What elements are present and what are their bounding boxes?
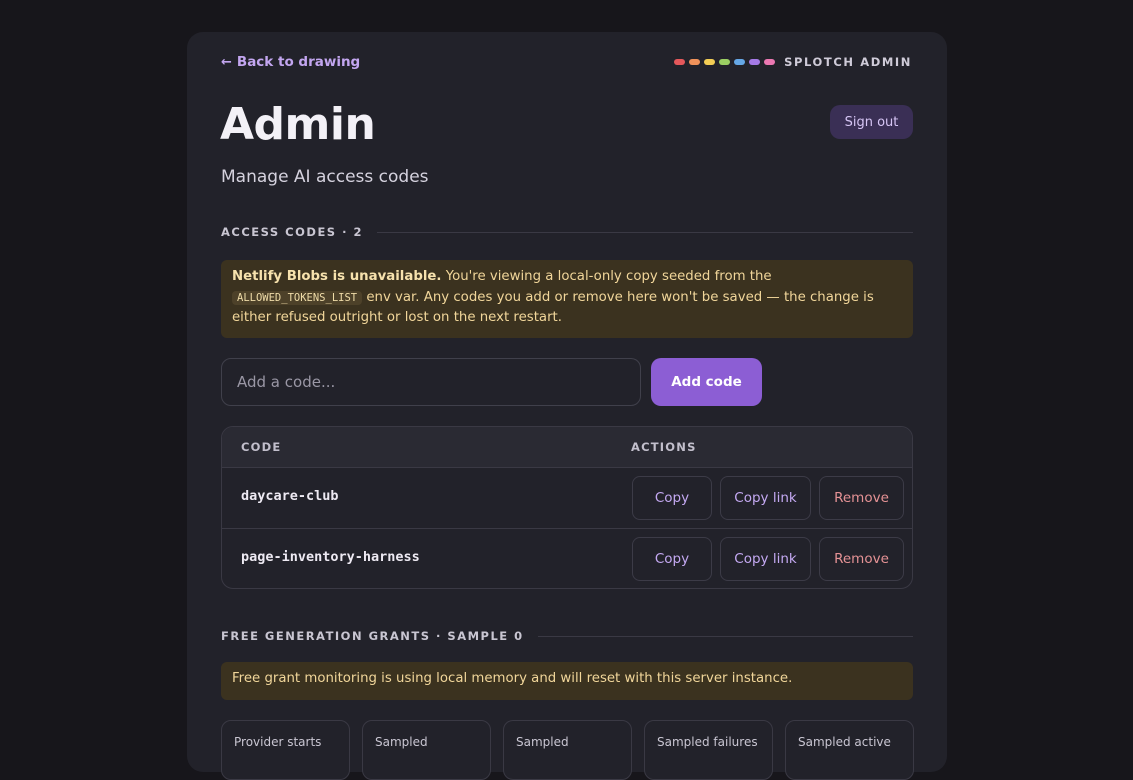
env-var-code: ALLOWED_TOKENS_LIST — [232, 290, 363, 305]
table-header: CODE ACTIONS — [222, 427, 912, 468]
brand-name: SPLOTCH ADMIN — [784, 55, 912, 69]
remove-button[interactable]: Remove — [819, 476, 904, 520]
stat-card-label: Sampled failures — [657, 735, 758, 749]
admin-panel: ← Back to drawing SPLOTCH ADMIN Admin Si… — [187, 32, 947, 780]
stat-card-sampled: Sampled — [503, 720, 632, 780]
brand-dot — [749, 59, 761, 65]
arrow-left-icon: ← — [221, 54, 232, 70]
copy-button[interactable]: Copy — [632, 537, 712, 581]
back-to-drawing-link[interactable]: ← Back to drawing — [221, 54, 360, 70]
stat-card-label: Sampled — [516, 735, 569, 749]
notice-text: Free grant monitoring is using local mem… — [232, 671, 793, 686]
table-row: page-inventory-harness Copy Copy link Re… — [222, 529, 912, 588]
sign-out-button[interactable]: Sign out — [830, 105, 913, 139]
column-header-code: CODE — [241, 440, 282, 454]
local-memory-notice: Free grant monitoring is using local mem… — [221, 662, 913, 700]
grants-section-header: FREE GENERATION GRANTS · SAMPLE 0 — [221, 628, 913, 644]
brand-dot — [734, 59, 746, 65]
remove-button[interactable]: Remove — [819, 537, 904, 581]
page-subtitle: Manage AI access codes — [221, 167, 429, 187]
access-codes-section-header: ACCESS CODES · 2 — [221, 224, 913, 240]
back-link-label: Back to drawing — [236, 54, 361, 70]
access-codes-section-label: ACCESS CODES · 2 — [221, 225, 363, 239]
stat-card-label: Sampled active — [798, 735, 891, 749]
brand: SPLOTCH ADMIN — [674, 55, 912, 69]
brand-dot — [719, 59, 731, 65]
stat-card-provider-starts: Provider starts — [221, 720, 350, 780]
page-title: Admin — [220, 99, 376, 150]
access-code: daycare-club — [241, 488, 339, 504]
grants-section-label: FREE GENERATION GRANTS · SAMPLE 0 — [221, 629, 524, 643]
top-bar: ← Back to drawing SPLOTCH ADMIN — [221, 53, 912, 71]
section-divider — [537, 635, 913, 637]
add-code-button[interactable]: Add code — [651, 358, 762, 406]
stat-card-sampled-failures: Sampled failures — [644, 720, 773, 780]
access-codes-table: CODE ACTIONS daycare-club Copy Copy link… — [221, 426, 913, 589]
add-code-input[interactable] — [221, 358, 641, 406]
stat-card-label: Provider starts — [234, 735, 322, 749]
brand-dot — [689, 59, 701, 65]
brand-dot — [704, 59, 716, 65]
copy-link-button[interactable]: Copy link — [720, 537, 811, 581]
table-row: daycare-club Copy Copy link Remove — [222, 468, 912, 529]
copy-link-button[interactable]: Copy link — [720, 476, 811, 520]
stat-card-sampled-active: Sampled active — [785, 720, 914, 780]
blobs-unavailable-warning: Netlify Blobs is unavailable. You're vie… — [221, 260, 913, 338]
brand-dot — [764, 59, 776, 65]
warning-title: Netlify Blobs is unavailable. — [232, 269, 442, 284]
copy-button[interactable]: Copy — [632, 476, 712, 520]
section-divider — [376, 231, 913, 233]
column-header-actions: ACTIONS — [631, 440, 697, 454]
stat-card-label: Sampled — [375, 735, 428, 749]
stat-card-sampled: Sampled — [362, 720, 491, 780]
access-code: page-inventory-harness — [241, 549, 420, 565]
warning-text-before: You're viewing a local-only copy seeded … — [441, 269, 772, 284]
brand-dot — [674, 59, 686, 65]
